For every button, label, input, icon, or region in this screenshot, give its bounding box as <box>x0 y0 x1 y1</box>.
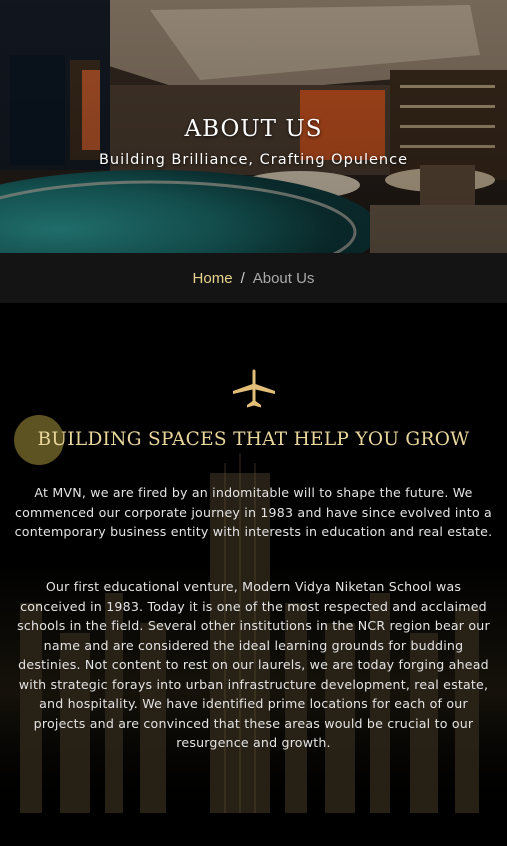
about-paragraph-1: At MVN, we are fired by an indomitable w… <box>14 485 493 539</box>
section-heading: BUILDING SPACES THAT HELP YOU GROW <box>37 429 470 450</box>
breadcrumb-separator: / <box>240 269 245 287</box>
page-subtitle: Building Brilliance, Crafting Opulence <box>98 152 409 168</box>
about-paragraph-2: Our first educational venture, Modern Vi… <box>17 579 490 750</box>
breadcrumb-home-link[interactable]: Home <box>193 270 233 287</box>
breadcrumb-current-page: About Us <box>252 269 315 287</box>
page-title: ABOUT US <box>184 116 323 142</box>
about-section: BUILDING SPACES THAT HELP YOU GROW At MV… <box>0 303 507 846</box>
breadcrumb: Home / About Us <box>0 253 507 303</box>
airplane-icon <box>233 369 275 408</box>
hero-banner: ABOUT US Building Brilliance, Crafting O… <box>0 0 507 253</box>
